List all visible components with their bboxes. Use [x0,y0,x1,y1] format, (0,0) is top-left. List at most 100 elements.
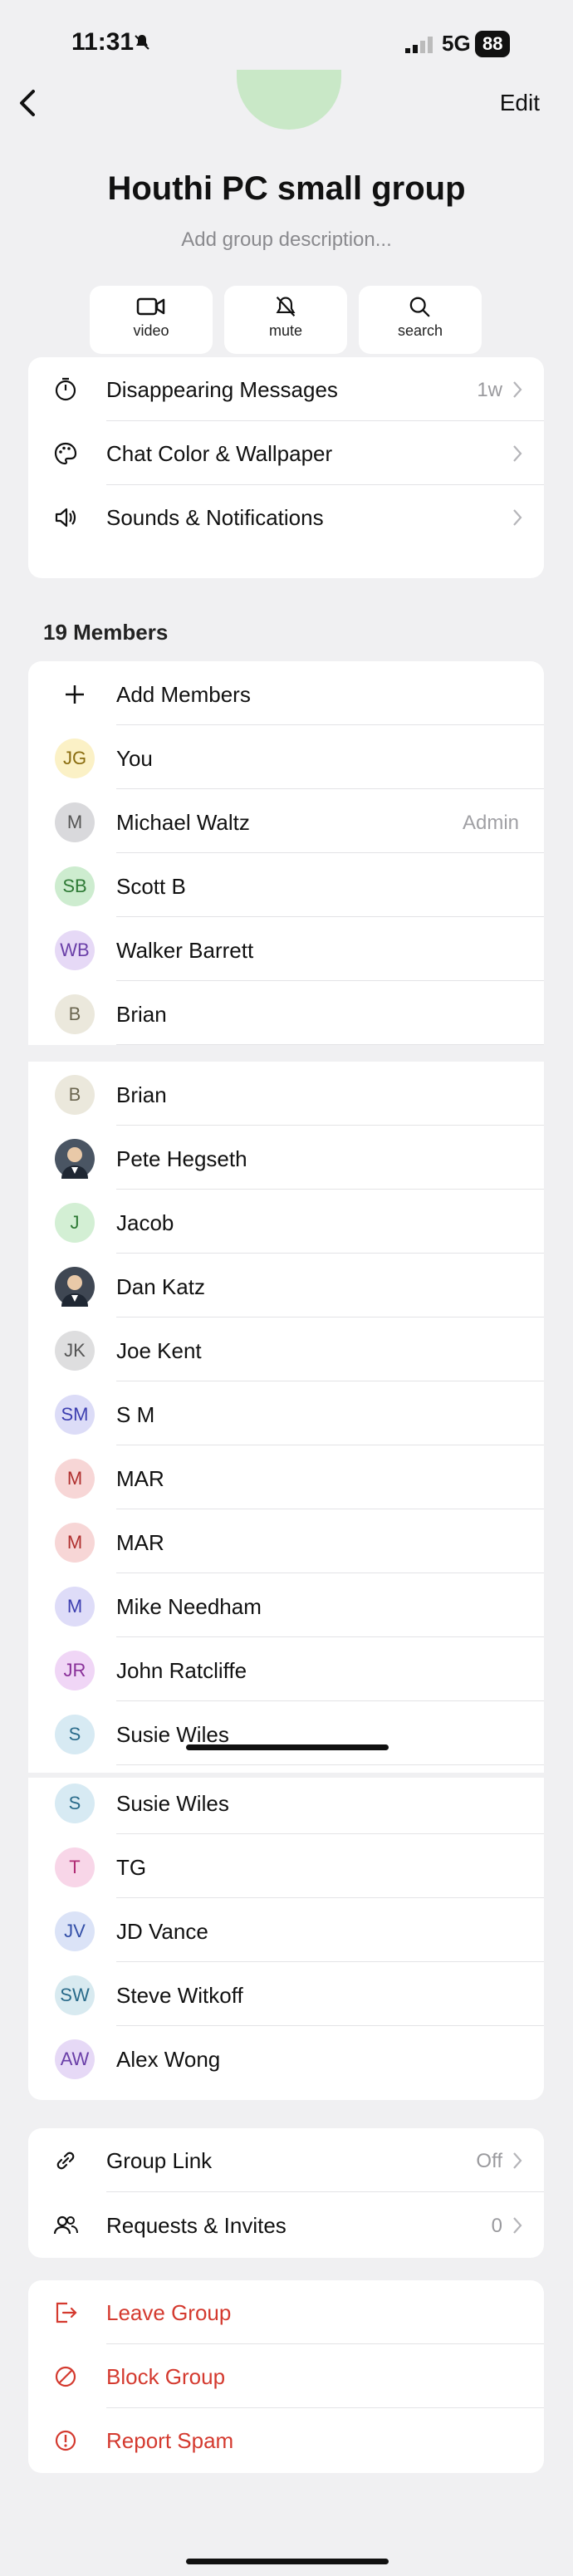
members-card: Add Members JG You M Michael Waltz Admin SB Sc… [28,661,544,2100]
member-name: MAR [116,1530,164,1555]
member-name: Mike Needham [116,1594,262,1619]
member-row[interactable]: M MAR [28,1445,544,1509]
member-row[interactable]: T TG [28,1834,544,1898]
member-row[interactable]: JK Joe Kent [28,1317,544,1381]
danger-card: Leave Group Block Group Report Spam [28,2280,544,2473]
member-row[interactable]: S Susie Wiles [28,1701,544,1765]
member-avatar: M [55,1459,95,1499]
settings-card: Disappearing Messages 1w Chat Color & Wa… [28,357,544,578]
member-row[interactable]: SW Steve Witkoff [28,1962,544,2026]
member-row[interactable]: AW Alex Wong [28,2026,544,2090]
leave-group-row[interactable]: Leave Group [28,2280,544,2344]
plus-icon [66,685,84,704]
member-row[interactable]: M Michael Waltz Admin [28,789,544,853]
add-description-link[interactable]: Add group description... [0,228,573,252]
divider [106,2191,544,2192]
scroll-indicator [186,1744,389,1750]
report-spam-row[interactable]: Report Spam [28,2408,544,2472]
member-name: You [116,746,153,771]
search-icon [409,297,430,317]
member-name: TG [116,1855,147,1880]
member-avatar: M [55,1523,95,1563]
mute-label: mute [268,322,303,339]
action-buttons: video mute search [90,286,483,354]
member-row[interactable]: SB Scott B [28,853,544,917]
member-name: Brian [116,1002,167,1027]
link-label: Group Link [106,2148,213,2173]
chevron-right-icon [513,2217,522,2234]
member-avatar: JR [55,1651,95,1690]
link-value: Off [476,2150,502,2172]
group-link-card: Group Link Off Requests & Invites 0 [28,2128,544,2258]
speaker-icon [55,508,76,527]
mute-icon [276,296,296,317]
member-name: Alex Wong [116,2047,221,2072]
member-avatar [55,1139,95,1179]
chevron-right-icon [513,381,522,398]
member-avatar: J [55,1203,95,1243]
disappearing-messages-row[interactable]: Disappearing Messages 1w [28,357,544,421]
member-row[interactable]: M Mike Needham [28,1573,544,1637]
member-name: Steve Witkoff [116,1983,243,2008]
member-avatar [55,1267,95,1307]
member-row[interactable]: Pete Hegseth [28,1126,544,1190]
member-name: Dan Katz [116,1274,205,1299]
setting-label: Disappearing Messages [106,377,338,402]
person-photo-icon [61,1275,88,1307]
group-name: Houthi PC small group [107,170,466,207]
member-row[interactable]: WB Walker Barrett [28,917,544,981]
member-avatar: S [55,1784,95,1823]
divider [116,1764,544,1765]
edit-button[interactable]: Edit [500,90,540,116]
requests-invites-row[interactable]: Requests & Invites 0 [28,2193,544,2257]
member-avatar: AW [55,2039,95,2079]
member-row[interactable]: JG You [28,725,544,789]
mute-button[interactable]: mute [224,286,347,354]
member-row[interactable]: Dan Katz [28,1254,544,1317]
member-avatar: JG [55,738,95,778]
member-avatar: B [55,994,95,1034]
back-chevron-icon[interactable] [15,86,40,120]
setting-label: Sounds & Notifications [106,505,324,530]
member-avatar: S [55,1715,95,1754]
battery-level: 88 [475,31,511,57]
network-type: 5G [442,31,471,56]
video-call-button[interactable]: video [90,286,213,354]
member-row[interactable]: JR John Ratcliffe [28,1637,544,1701]
silent-bell-icon [135,35,149,50]
member-avatar: WB [55,930,95,970]
link-value: 0 [491,2215,502,2237]
block-group-row[interactable]: Block Group [28,2344,544,2408]
add-members-row[interactable]: Add Members [28,661,544,725]
signal-icon [405,37,433,53]
report-icon [55,2430,76,2451]
member-name: John Ratcliffe [116,1658,247,1683]
member-avatar: SB [55,866,95,906]
search-button[interactable]: search [359,286,482,354]
member-row[interactable]: B Brian [28,1062,544,1126]
member-row[interactable]: S Susie Wiles [28,1770,544,1834]
member-name: Michael Waltz [116,810,250,835]
member-row[interactable]: SM S M [28,1381,544,1445]
chevron-right-icon [513,2152,522,2169]
video-label: video [133,322,169,339]
member-name: Joe Kent [116,1338,202,1363]
sounds-notifications-row[interactable]: Sounds & Notifications [28,485,544,549]
group-link-row[interactable]: Group Link Off [28,2128,544,2192]
people-icon [53,2215,78,2235]
group-avatar[interactable] [237,70,341,130]
chat-color-row[interactable]: Chat Color & Wallpaper [28,421,544,485]
member-role-badge: Admin [462,812,519,834]
member-row[interactable]: B Brian [28,981,544,1045]
member-name: S M [116,1402,155,1427]
member-row[interactable]: J Jacob [28,1190,544,1254]
member-avatar: JV [55,1911,95,1951]
member-avatar: M [55,1587,95,1627]
member-row[interactable]: JV JD Vance [28,1898,544,1962]
member-avatar: B [55,1075,95,1115]
member-avatar: SW [55,1975,95,2015]
member-name: Susie Wiles [116,1791,229,1816]
members-count-header: 19 Members [43,620,169,645]
member-row[interactable]: M MAR [28,1509,544,1573]
link-label: Requests & Invites [106,2213,286,2238]
